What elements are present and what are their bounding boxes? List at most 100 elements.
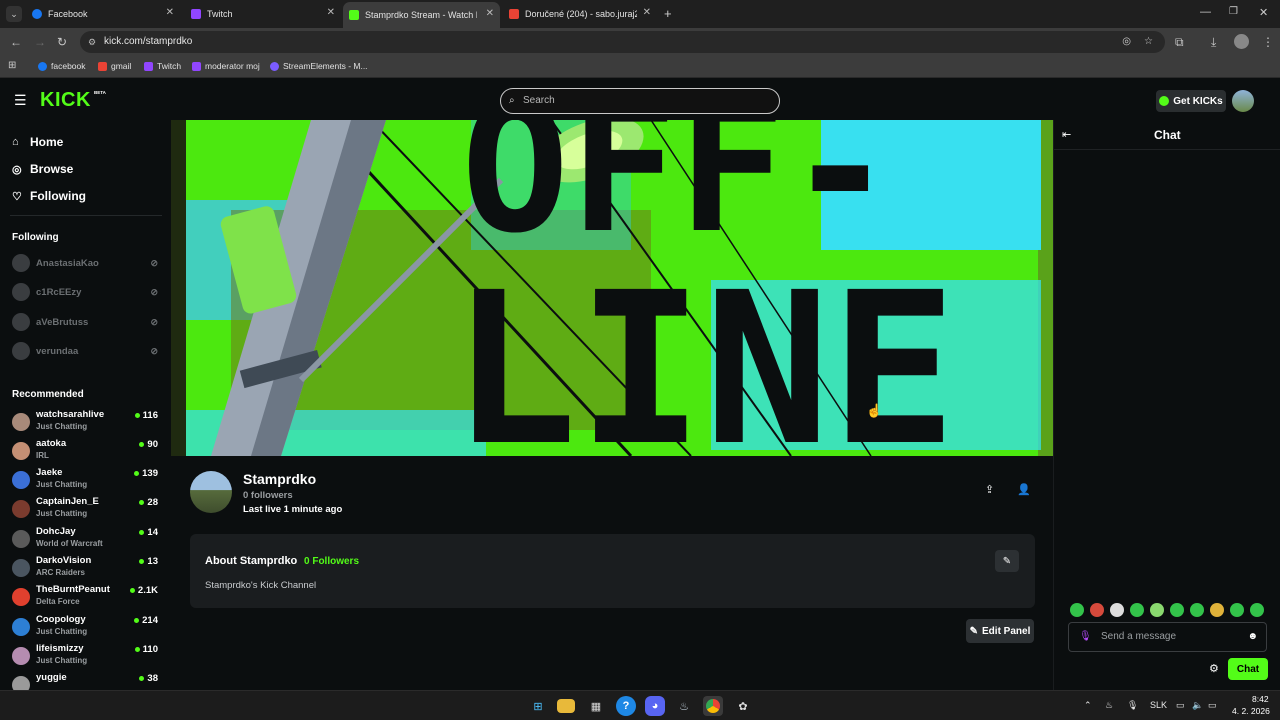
tray-expand-icon[interactable]: ⌃ bbox=[1084, 700, 1092, 711]
avatar bbox=[12, 413, 30, 431]
recommended-item[interactable]: CaptainJen_E Just Chatting 28 bbox=[12, 496, 162, 522]
emote-icon[interactable] bbox=[1130, 603, 1144, 617]
clock-date[interactable]: 4. 2. 2026 bbox=[1232, 706, 1270, 716]
tab-facebook[interactable]: Facebook ✕ bbox=[26, 4, 180, 24]
search-input[interactable]: ⌕ Search bbox=[500, 88, 780, 114]
user-avatar[interactable] bbox=[1232, 90, 1254, 112]
tab-twitch[interactable]: Twitch ✕ bbox=[185, 4, 341, 24]
close-icon[interactable]: ✕ bbox=[643, 7, 651, 18]
back-icon[interactable]: ← bbox=[10, 35, 22, 49]
download-icon[interactable]: ⤓ bbox=[1211, 35, 1216, 50]
sidebar-item-following[interactable]: ♡ Following bbox=[12, 189, 86, 203]
url-field[interactable]: ⚙ kick.com/stamprdko ◎ ☆ bbox=[80, 31, 1165, 53]
eye-off-icon[interactable]: ◎ bbox=[1122, 31, 1131, 53]
edit-about-button[interactable]: ✎ bbox=[995, 550, 1019, 572]
emote-icon[interactable] bbox=[1210, 603, 1224, 617]
following-item[interactable]: c1RcEEzy ⊘ bbox=[12, 282, 162, 302]
recommended-item[interactable]: DarkoVision ARC Raiders 13 bbox=[12, 555, 162, 581]
emote-icon[interactable] bbox=[1090, 603, 1104, 617]
emote-icon[interactable] bbox=[1190, 603, 1204, 617]
menu-icon[interactable]: ⋮ bbox=[1262, 35, 1274, 49]
emote-icon[interactable] bbox=[1070, 603, 1084, 617]
following-item[interactable]: verundaa ⊘ bbox=[12, 341, 162, 361]
collapse-chat-icon[interactable]: ⇤ bbox=[1062, 128, 1071, 141]
close-icon[interactable]: ✕ bbox=[166, 7, 174, 18]
emote-icon[interactable] bbox=[1170, 603, 1184, 617]
file-explorer-icon[interactable] bbox=[557, 699, 575, 713]
microphone-tray-icon[interactable]: 🎙 bbox=[1127, 700, 1138, 711]
chat-send-button[interactable]: Chat bbox=[1228, 658, 1268, 680]
profile-avatar[interactable] bbox=[1234, 34, 1249, 49]
close-icon[interactable]: ✕ bbox=[327, 7, 335, 18]
recommended-item[interactable]: lifeismizzy Just Chatting 110 bbox=[12, 643, 162, 669]
restore-icon[interactable]: ❐ bbox=[1229, 6, 1238, 17]
close-window-icon[interactable]: ✕ bbox=[1259, 6, 1268, 19]
steam-icon[interactable]: ♨ bbox=[674, 696, 694, 716]
close-icon[interactable]: ✕ bbox=[486, 8, 494, 19]
recommended-item[interactable]: TheBurntPeanut Delta Force 2.1K bbox=[12, 584, 162, 610]
star-icon[interactable]: ☆ bbox=[1144, 31, 1153, 53]
edit-panel-button[interactable]: ✎ Edit Panel bbox=[966, 619, 1034, 643]
tab-kick[interactable]: Stamprdko Stream - Watch Live ✕ bbox=[343, 2, 500, 28]
emote-icon[interactable] bbox=[1230, 603, 1244, 617]
tab-title: Facebook bbox=[48, 9, 88, 19]
kick-logo[interactable]: KICK bbox=[40, 89, 91, 112]
discord-icon[interactable]: ◕ bbox=[645, 696, 665, 716]
channel-info: Stamprdko 0 followers Last live 1 minute… bbox=[190, 468, 1040, 528]
network-icon[interactable]: ▭ bbox=[1176, 700, 1185, 711]
chat-message-input[interactable]: 🎙 Send a message ☻ bbox=[1068, 622, 1267, 652]
minimize-icon[interactable]: — bbox=[1200, 6, 1211, 18]
help-icon[interactable]: ? bbox=[616, 696, 636, 716]
sidebar-item-label: Home bbox=[30, 135, 64, 149]
new-tab-icon[interactable]: + bbox=[664, 6, 672, 21]
chat-settings-icon[interactable]: ⚙ bbox=[1209, 662, 1219, 675]
extensions-icon[interactable]: ⧉ bbox=[1175, 35, 1184, 50]
recommended-item[interactable]: Coopology Just Chatting 214 bbox=[12, 614, 162, 640]
recommended-item[interactable]: aatoka IRL 90 bbox=[12, 438, 162, 464]
emote-icon[interactable] bbox=[1110, 603, 1124, 617]
apps-icon[interactable]: ⊞ bbox=[8, 60, 16, 71]
share-icon[interactable]: ⇪ bbox=[985, 483, 994, 496]
emote-icon[interactable] bbox=[1250, 603, 1264, 617]
sidebar-item-home[interactable]: ⌂ Home bbox=[12, 135, 63, 149]
windows-start-icon[interactable]: ⊞ bbox=[528, 696, 548, 716]
reload-icon[interactable]: ↻ bbox=[57, 35, 67, 49]
store-icon[interactable]: ▦ bbox=[586, 696, 606, 716]
tab-gmail[interactable]: Doručené (204) - sabo.juraj22@ ✕ bbox=[503, 4, 657, 24]
language-indicator[interactable]: SLK bbox=[1150, 700, 1167, 710]
channel-avatar[interactable] bbox=[190, 471, 232, 513]
site-info-icon[interactable]: ⚙ bbox=[88, 31, 96, 53]
kicks-coin-icon bbox=[1159, 96, 1170, 106]
steam-tray-icon[interactable]: ♨ bbox=[1105, 700, 1113, 711]
bookmark-gmail[interactable]: gmail bbox=[98, 61, 131, 71]
bookmark-twitch[interactable]: Twitch bbox=[144, 61, 181, 71]
compass-icon: ◎ bbox=[12, 163, 22, 176]
clock-time[interactable]: 8:42 bbox=[1252, 694, 1269, 704]
recommended-item[interactable]: Jaeke Just Chatting 139 bbox=[12, 467, 162, 493]
forward-icon[interactable]: → bbox=[34, 35, 46, 49]
avatar bbox=[12, 500, 30, 518]
tab-search-icon[interactable]: ⌄ bbox=[6, 6, 22, 22]
recommended-item[interactable]: yuggie 38 bbox=[12, 672, 162, 690]
get-kicks-button[interactable]: Get KICKs bbox=[1156, 90, 1226, 112]
recommended-item[interactable]: DohcJay World of Warcraft 14 bbox=[12, 526, 162, 552]
channel-name[interactable]: Stamprdko bbox=[243, 471, 316, 487]
avatar bbox=[12, 283, 30, 301]
battery-icon[interactable]: ▭ bbox=[1208, 700, 1217, 711]
hamburger-menu-icon[interactable]: ☰ bbox=[14, 92, 27, 109]
emote-icon[interactable] bbox=[1150, 603, 1164, 617]
following-item[interactable]: aVeBrutuss ⊘ bbox=[12, 312, 162, 332]
following-item[interactable]: AnastasiaKao ⊘ bbox=[12, 253, 162, 273]
recommended-heading: Recommended bbox=[12, 389, 84, 400]
volume-icon[interactable]: 🔈 bbox=[1192, 700, 1203, 711]
app-icon[interactable]: ✿ bbox=[733, 696, 753, 716]
channel-category: Delta Force bbox=[36, 597, 80, 606]
bookmark-streamelements[interactable]: StreamElements - M... bbox=[270, 61, 368, 71]
sidebar-item-browse[interactable]: ◎ Browse bbox=[12, 162, 73, 176]
bookmark-facebook[interactable]: facebook bbox=[38, 61, 86, 71]
add-friend-icon[interactable]: 👤 bbox=[1017, 483, 1031, 496]
emoji-icon[interactable]: ☻ bbox=[1247, 623, 1258, 651]
chrome-icon[interactable] bbox=[703, 696, 723, 716]
bookmark-moderator[interactable]: moderator moj bbox=[192, 61, 260, 71]
recommended-item[interactable]: watchsarahlive Just Chatting 116 bbox=[12, 409, 162, 435]
